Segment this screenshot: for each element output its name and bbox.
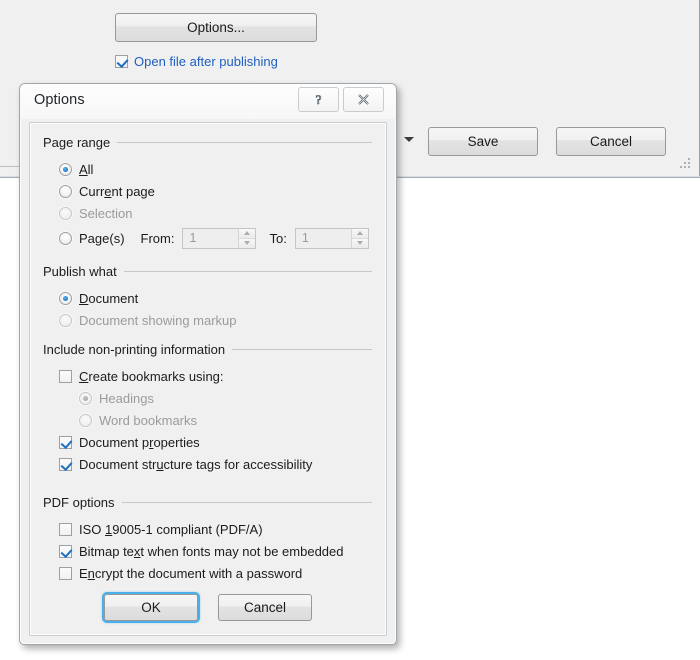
radio-row-current-page[interactable]: Current page: [30, 180, 386, 202]
options-button-label: Options...: [187, 20, 245, 35]
svg-text:?: ?: [316, 92, 322, 107]
checkbox-row-document-structure-tags[interactable]: Document structure tags for accessibilit…: [30, 453, 386, 475]
radio-word-bookmarks-label: Word bookmarks: [99, 412, 198, 428]
arrow-up-icon: [356, 231, 363, 235]
radio-current-page[interactable]: [59, 184, 72, 198]
from-spinner-up[interactable]: [239, 228, 256, 239]
radio-row-word-bookmarks: Word bookmarks: [30, 409, 386, 431]
arrow-up-icon: [244, 231, 251, 235]
group-page-range: Page range All Current page Selection Pa…: [30, 135, 386, 252]
radio-document[interactable]: [59, 291, 72, 305]
group-rule: [121, 502, 372, 503]
close-button[interactable]: [343, 87, 384, 112]
radio-pages-label: Page(s): [79, 230, 125, 246]
radio-current-page-label: Current page: [79, 183, 155, 199]
group-publish-what: Publish what Document Document showing m…: [30, 264, 386, 331]
ok-button-label: OK: [141, 600, 161, 615]
cancel-button-label: Cancel: [589, 134, 633, 149]
from-spinner-arrows[interactable]: [238, 228, 256, 248]
radio-all-label: All: [79, 161, 94, 177]
radio-pages[interactable]: [59, 231, 72, 245]
checkbox-encrypt-document-label: Encrypt the document with a password: [79, 565, 303, 581]
checkbox-iso-compliant-label: ISO 19005-1 compliant (PDF/A): [79, 521, 263, 537]
ok-button[interactable]: OK: [104, 594, 198, 621]
to-spinner-up[interactable]: [351, 228, 368, 239]
group-pdf-options-title: PDF options: [43, 495, 115, 510]
from-label: From:: [140, 230, 175, 246]
radio-word-bookmarks: [79, 413, 92, 427]
dialog-footer: OK Cancel: [30, 594, 386, 621]
radio-row-document-showing-markup: Document showing markup: [30, 309, 386, 331]
checkbox-row-document-properties[interactable]: Document properties: [30, 431, 386, 453]
options-dialog: Options ? Page range All Current page Se…: [19, 83, 397, 645]
dialog-body: Page range All Current page Selection Pa…: [29, 122, 387, 636]
chevron-down-icon[interactable]: [404, 137, 414, 142]
radio-document-showing-markup: [59, 313, 72, 327]
dialog-cancel-button[interactable]: Cancel: [218, 594, 312, 621]
cancel-button[interactable]: Cancel: [556, 127, 666, 156]
group-page-range-header: Page range: [30, 135, 386, 150]
group-rule: [117, 142, 372, 143]
group-rule: [232, 349, 372, 350]
checkbox-row-iso-compliant[interactable]: ISO 19005-1 compliant (PDF/A): [30, 518, 386, 540]
radio-selection-label: Selection: [79, 205, 133, 221]
checkbox-row-encrypt-document[interactable]: Encrypt the document with a password: [30, 562, 386, 584]
checkbox-row-create-bookmarks[interactable]: Create bookmarks using:: [30, 365, 386, 387]
resize-grip[interactable]: [680, 158, 692, 170]
group-page-range-title: Page range: [43, 135, 111, 150]
radio-selection: [59, 206, 72, 220]
checkbox-document-properties-label: Document properties: [79, 434, 200, 450]
checkbox-iso-compliant[interactable]: [59, 522, 72, 536]
checkbox-encrypt-document[interactable]: [59, 566, 72, 580]
radio-row-headings: Headings: [30, 387, 386, 409]
from-spinner-down[interactable]: [239, 238, 256, 248]
checkbox-row-bitmap-text[interactable]: Bitmap text when fonts may not be embedd…: [30, 540, 386, 562]
checkbox-document-structure-tags[interactable]: [59, 457, 72, 471]
group-include-non-printing-title: Include non-printing information: [43, 342, 226, 357]
to-label: To:: [269, 230, 287, 246]
close-icon: [358, 94, 369, 105]
help-icon: ?: [315, 92, 322, 107]
checkbox-create-bookmarks[interactable]: [59, 369, 72, 383]
radio-row-all[interactable]: All: [30, 158, 386, 180]
open-file-after-publishing-checkbox[interactable]: [115, 55, 128, 68]
radio-row-selection: Selection: [30, 202, 386, 224]
group-rule: [123, 271, 372, 272]
options-button[interactable]: Options...: [115, 13, 317, 42]
dialog-cancel-button-label: Cancel: [243, 600, 287, 615]
checkbox-bitmap-text[interactable]: [59, 544, 72, 558]
dialog-titlebar: Options ?: [20, 84, 396, 119]
group-publish-what-header: Publish what: [30, 264, 386, 279]
from-spinner[interactable]: 1: [182, 227, 257, 249]
checkbox-create-bookmarks-label: Create bookmarks using:: [79, 368, 224, 384]
to-spinner-value[interactable]: 1: [296, 229, 351, 248]
to-spinner[interactable]: 1: [294, 227, 369, 249]
save-button-label: Save: [467, 134, 499, 149]
radio-row-pages[interactable]: Page(s) From: 1 To: 1: [30, 224, 386, 252]
open-file-after-publishing-row[interactable]: Open file after publishing: [115, 54, 278, 69]
arrow-down-icon: [244, 241, 251, 245]
group-include-non-printing-header: Include non-printing information: [30, 342, 386, 357]
to-spinner-arrows[interactable]: [350, 228, 368, 248]
radio-row-document[interactable]: Document: [30, 287, 386, 309]
group-publish-what-title: Publish what: [43, 264, 117, 279]
group-pdf-options: PDF options ISO 19005-1 compliant (PDF/A…: [30, 495, 386, 584]
save-button[interactable]: Save: [428, 127, 538, 156]
radio-document-label: Document: [79, 290, 139, 306]
checkbox-bitmap-text-label: Bitmap text when fonts may not be embedd…: [79, 543, 344, 559]
from-spinner-value[interactable]: 1: [183, 229, 238, 248]
arrow-down-icon: [356, 241, 363, 245]
radio-headings: [79, 391, 92, 405]
open-file-after-publishing-label: Open file after publishing: [134, 54, 278, 69]
radio-headings-label: Headings: [99, 390, 154, 406]
checkbox-document-properties[interactable]: [59, 435, 72, 449]
checkbox-document-structure-tags-label: Document structure tags for accessibilit…: [79, 456, 313, 472]
to-spinner-down[interactable]: [351, 238, 368, 248]
group-include-non-printing: Include non-printing information Create …: [30, 342, 386, 475]
radio-document-showing-markup-label: Document showing markup: [79, 312, 237, 328]
dialog-title: Options: [34, 92, 85, 108]
radio-all[interactable]: [59, 162, 72, 176]
help-button[interactable]: ?: [298, 87, 339, 112]
group-pdf-options-header: PDF options: [30, 495, 386, 510]
